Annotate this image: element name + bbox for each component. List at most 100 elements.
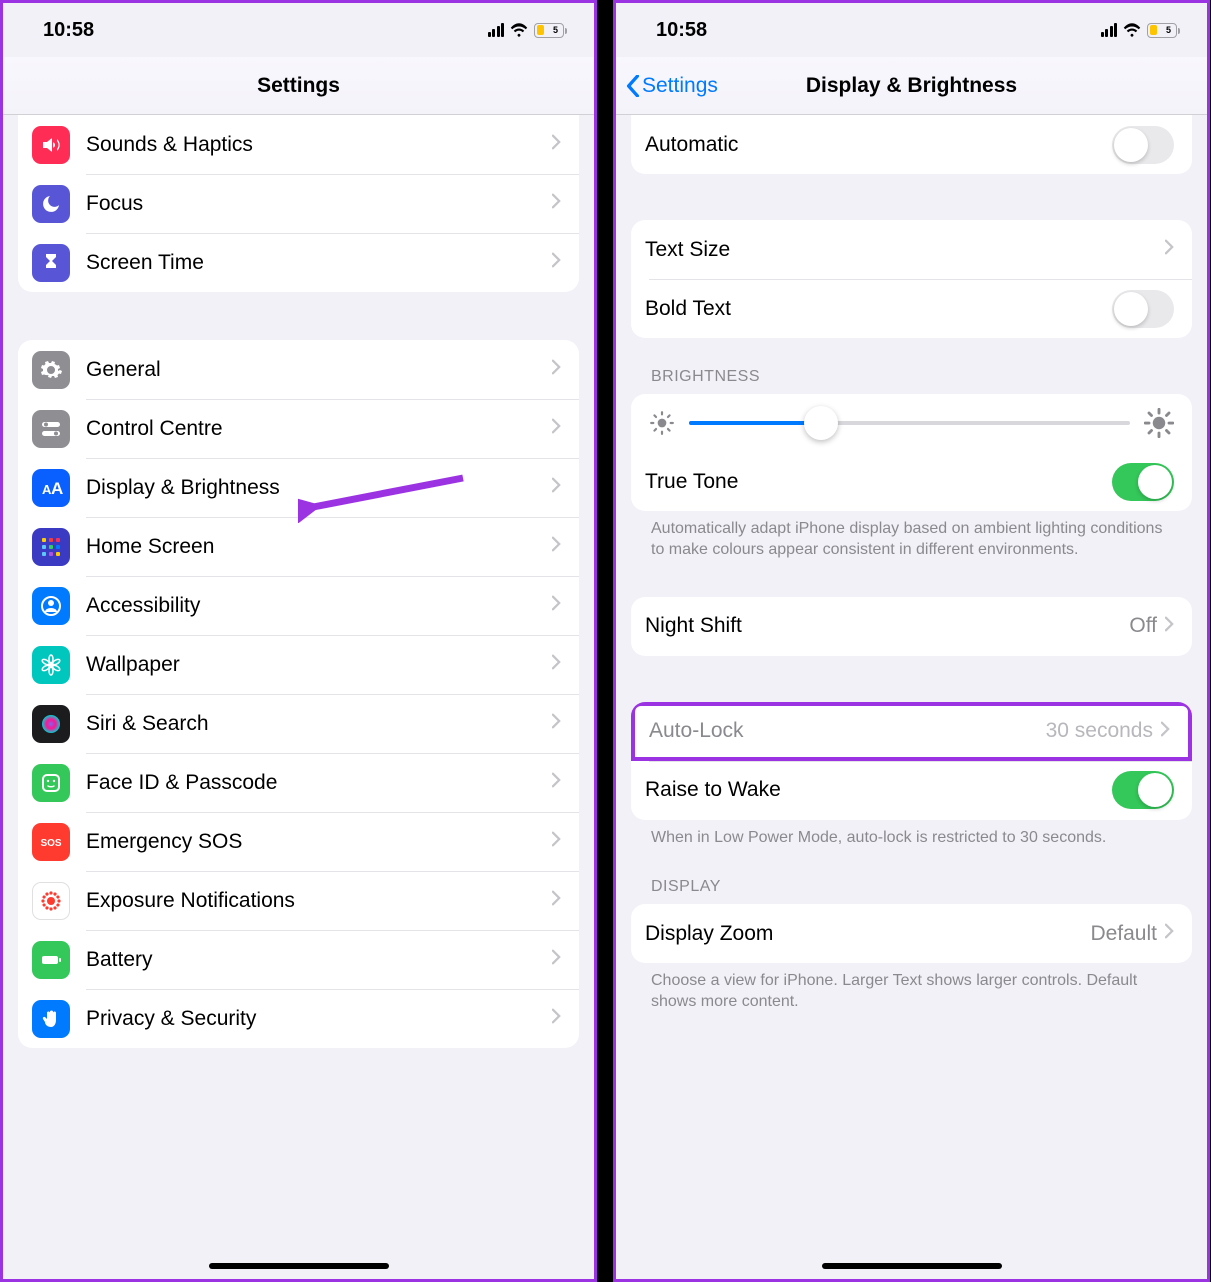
chevron-right-icon — [552, 359, 561, 380]
settings-row-general[interactable]: General — [18, 340, 579, 399]
back-button[interactable]: Settings — [626, 74, 718, 98]
moon-icon — [32, 185, 70, 223]
svg-text:SOS: SOS — [40, 838, 61, 849]
brightness-slider-row[interactable] — [631, 394, 1192, 452]
status-bar: 10:58 5 — [3, 3, 594, 57]
chevron-right-icon — [552, 831, 561, 852]
automatic-label: Automatic — [645, 133, 1112, 157]
hourglass-icon — [32, 244, 70, 282]
chevron-right-icon — [552, 536, 561, 557]
bold-text-label: Bold Text — [645, 297, 1112, 321]
chevron-right-icon — [552, 477, 561, 498]
sos-icon: SOS — [32, 823, 70, 861]
battery-icon: 5 — [1147, 23, 1177, 38]
raise-to-wake-row[interactable]: Raise to Wake — [631, 761, 1192, 820]
back-label: Settings — [642, 74, 718, 98]
true-tone-toggle[interactable] — [1112, 463, 1174, 501]
display-zoom-value: Default — [1090, 922, 1157, 946]
chevron-right-icon — [1165, 923, 1174, 944]
auto-lock-value: 30 seconds — [1046, 719, 1153, 743]
brightness-group: True Tone — [631, 394, 1192, 511]
text-size-row[interactable]: Text Size — [631, 220, 1192, 279]
grid-icon — [32, 528, 70, 566]
hand-icon — [32, 1000, 70, 1038]
settings-row-wallpaper[interactable]: Wallpaper — [18, 635, 579, 694]
person-icon — [32, 587, 70, 625]
chevron-right-icon — [552, 890, 561, 911]
exposure-icon — [32, 882, 70, 920]
chevron-right-icon — [552, 193, 561, 214]
settings-row-control-centre[interactable]: Control Centre — [18, 399, 579, 458]
settings-row-accessibility[interactable]: Accessibility — [18, 576, 579, 635]
settings-row-focus[interactable]: Focus — [18, 174, 579, 233]
chevron-right-icon — [1161, 721, 1170, 742]
night-shift-value: Off — [1129, 614, 1157, 638]
settings-row-display-brightness[interactable]: AADisplay & Brightness — [18, 458, 579, 517]
row-label: Accessibility — [86, 594, 552, 618]
row-label: General — [86, 358, 552, 382]
settings-group-1: Sounds & Haptics Focus Screen Time — [18, 115, 579, 292]
phone-right: 10:58 5 Settings Display & Brightness Au… — [613, 0, 1210, 1282]
display-header: DISPLAY — [631, 848, 1192, 904]
settings-row-screen-time[interactable]: Screen Time — [18, 233, 579, 292]
chevron-right-icon — [552, 1008, 561, 1029]
page-title: Settings — [257, 74, 340, 98]
settings-row-exposure-notifications[interactable]: Exposure Notifications — [18, 871, 579, 930]
lock-group: Auto-Lock 30 seconds Raise to Wake — [631, 702, 1192, 820]
auto-lock-label: Auto-Lock — [649, 719, 1046, 743]
chevron-right-icon — [552, 772, 561, 793]
raise-footer: When in Low Power Mode, auto-lock is res… — [631, 820, 1192, 849]
battery-icon: 5 — [534, 23, 564, 38]
row-label: Siri & Search — [86, 712, 552, 736]
chevron-right-icon — [552, 654, 561, 675]
settings-list[interactable]: Sounds & Haptics Focus Screen Time General… — [3, 115, 594, 1279]
row-label: Control Centre — [86, 417, 552, 441]
bold-text-row[interactable]: Bold Text — [631, 279, 1192, 338]
true-tone-label: True Tone — [645, 470, 1112, 494]
brightness-slider[interactable] — [689, 421, 1130, 425]
brightness-header: BRIGHTNESS — [631, 338, 1192, 394]
home-indicator[interactable] — [209, 1263, 389, 1269]
sun-large-icon — [1144, 408, 1174, 438]
settings-row-sounds-haptics[interactable]: Sounds & Haptics — [18, 115, 579, 174]
chevron-right-icon — [1165, 616, 1174, 637]
automatic-row[interactable]: Automatic — [631, 115, 1192, 174]
settings-row-face-id-passcode[interactable]: Face ID & Passcode — [18, 753, 579, 812]
settings-row-emergency-sos[interactable]: SOS Emergency SOS — [18, 812, 579, 871]
home-indicator[interactable] — [822, 1263, 1002, 1269]
display-zoom-row[interactable]: Display Zoom Default — [631, 904, 1192, 963]
aa-icon: AA — [32, 469, 70, 507]
settings-row-home-screen[interactable]: Home Screen — [18, 517, 579, 576]
page-title: Display & Brightness — [806, 74, 1017, 98]
chevron-left-icon — [626, 75, 640, 97]
bold-text-toggle[interactable] — [1112, 290, 1174, 328]
wifi-icon — [1123, 23, 1141, 37]
row-label: Home Screen — [86, 535, 552, 559]
chevron-right-icon — [552, 595, 561, 616]
display-settings[interactable]: Automatic Text Size Bold Text BRIGHTNESS — [616, 115, 1207, 1279]
row-label: Focus — [86, 192, 552, 216]
gear-icon — [32, 351, 70, 389]
settings-row-battery[interactable]: Battery — [18, 930, 579, 989]
automatic-toggle[interactable] — [1112, 126, 1174, 164]
sun-small-icon — [649, 410, 675, 436]
chevron-right-icon — [1165, 239, 1174, 260]
row-label: Exposure Notifications — [86, 889, 552, 913]
settings-row-privacy-security[interactable]: Privacy & Security — [18, 989, 579, 1048]
chevron-right-icon — [552, 418, 561, 439]
auto-lock-row[interactable]: Auto-Lock 30 seconds — [631, 702, 1192, 761]
status-time: 10:58 — [656, 19, 707, 42]
true-tone-footer: Automatically adapt iPhone display based… — [631, 511, 1192, 561]
settings-row-siri-search[interactable]: Siri & Search — [18, 694, 579, 753]
true-tone-row[interactable]: True Tone — [631, 452, 1192, 511]
night-shift-row[interactable]: Night Shift Off — [631, 597, 1192, 656]
row-label: Emergency SOS — [86, 830, 552, 854]
raise-to-wake-toggle[interactable] — [1112, 771, 1174, 809]
nav-bar: Settings — [3, 57, 594, 115]
speaker-icon — [32, 126, 70, 164]
cellular-icon — [1101, 23, 1118, 37]
row-label: Sounds & Haptics — [86, 133, 552, 157]
siri-icon — [32, 705, 70, 743]
night-shift-label: Night Shift — [645, 614, 1129, 638]
chevron-right-icon — [552, 949, 561, 970]
